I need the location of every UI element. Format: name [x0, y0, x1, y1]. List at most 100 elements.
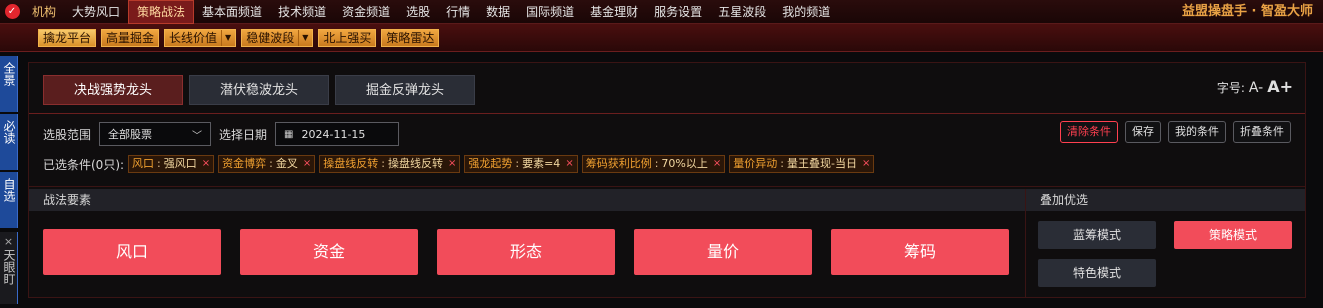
condition-chip: 操盘线反转: 操盘线反转 × — [319, 155, 461, 173]
sub-button-strategy-radar[interactable]: 策略雷达 — [381, 28, 440, 47]
close-icon[interactable]: × — [713, 156, 721, 172]
chip-value: 强风口 — [163, 157, 197, 170]
chip-sep: : — [381, 157, 385, 170]
menu-item-data[interactable]: 数据 — [478, 0, 518, 24]
menu-item-stock-picker[interactable]: 选股 — [398, 0, 438, 24]
side-tabs: 全景 必读 自选 × 天眼盯 — [0, 52, 18, 308]
condition-chip: 量价异动: 量王叠现-当日 × — [729, 155, 875, 173]
sub-button-northbound[interactable]: 北上强买 — [318, 28, 377, 47]
chip-value: 金叉 — [275, 157, 298, 170]
side-tab-sky-eye[interactable]: × 天眼盯 — [0, 232, 18, 304]
menu-item-international[interactable]: 国际频道 — [518, 0, 582, 24]
caret-down-icon[interactable]: ▼ — [298, 29, 308, 46]
selected-label: 已选条件(0只): — [43, 157, 125, 172]
filter-actions: 清除条件 保存 我的条件 折叠条件 — [1060, 121, 1291, 143]
range-value: 全部股票 — [108, 128, 153, 141]
range-label: 选股范围 — [43, 127, 92, 142]
side-tab-watchlist[interactable]: 自选 — [0, 172, 18, 228]
mode-buttons: 蓝筹模式 策略模式 特色模式 — [1026, 211, 1305, 297]
condition-chip: 资金博弈: 金叉 × — [218, 155, 316, 173]
font-size-label: 字号: — [1216, 81, 1245, 95]
tactic-buttons: 风口 资金 形态 量价 筹码 — [29, 211, 1025, 297]
side-tab-must-read[interactable]: 必读 — [0, 114, 18, 170]
tab-latent-leader[interactable]: 潜伏稳波龙头 — [189, 75, 329, 105]
side-tab-label: 天眼盯 — [2, 249, 16, 285]
chip-value: 要素=4 — [522, 157, 561, 170]
tactic-elements-panel: 战法要素 风口 资金 形态 量价 筹码 — [29, 189, 1025, 297]
chips-button[interactable]: 筹码 — [831, 229, 1009, 275]
sub-button-label: 策略雷达 — [386, 30, 435, 45]
condition-chip: 筹码获利比例:70%以上 × — [581, 155, 726, 173]
wind-button[interactable]: 风口 — [43, 229, 221, 275]
menu-item-my-channel[interactable]: 我的频道 — [774, 0, 838, 24]
selected-conditions: 已选条件(0只): 风口: 强风口 × 资金博弈: 金叉 × 操盘线反转: 操盘线反转 × … — [43, 155, 875, 173]
font-decrease-button[interactable]: A- — [1249, 80, 1263, 96]
chip-key: 量价异动 — [733, 157, 778, 170]
feature-mode-button[interactable]: 特色模式 — [1038, 259, 1156, 287]
chip-sep: : — [654, 157, 659, 170]
menu-item-capital[interactable]: 资金频道 — [334, 0, 398, 24]
font-increase-button[interactable]: A+ — [1267, 77, 1293, 96]
main-menu: 机构 大势风口 策略战法 基本面频道 技术频道 资金频道 选股 行情 数据 国际… — [24, 0, 838, 24]
tab-strong-leader[interactable]: 决战强势龙头 — [43, 75, 183, 105]
sub-button-label: 高量掘金 — [106, 30, 155, 45]
range-select[interactable]: 全部股票 ﹀ — [99, 122, 212, 146]
chip-key: 强龙起势 — [468, 157, 513, 170]
sub-button-label: 稳健波段 — [246, 30, 295, 45]
chip-value: 操盘线反转 — [387, 157, 443, 170]
collapse-conditions-button[interactable]: 折叠条件 — [1233, 121, 1291, 143]
menu-item-five-star[interactable]: 五星波段 — [710, 0, 774, 24]
close-icon[interactable]: × — [565, 156, 573, 172]
strategy-mode-button[interactable]: 策略模式 — [1174, 221, 1292, 249]
menu-item-quotes[interactable]: 行情 — [438, 0, 478, 24]
date-picker[interactable]: ▦ 2024-11-15 — [275, 122, 400, 146]
sub-button-high-volume[interactable]: 高量掘金 — [101, 28, 160, 47]
chip-value: 量王叠现-当日 — [786, 157, 857, 170]
save-button[interactable]: 保存 — [1125, 121, 1161, 143]
close-icon[interactable]: × — [448, 156, 456, 172]
chip-key: 筹码获利比例 — [585, 157, 652, 170]
menu-item-funds[interactable]: 基金理财 — [582, 0, 646, 24]
sub-button-label: 擒龙平台 — [43, 30, 92, 45]
chip-key: 资金博弈 — [222, 157, 267, 170]
brand-name: 益盟操盘手 · 智盈大师 — [1182, 4, 1313, 19]
sub-button-steady-band[interactable]: 稳健波段 ▼ — [241, 28, 314, 47]
menu-item-market-trend[interactable]: 大势风口 — [64, 0, 128, 24]
close-icon[interactable]: × — [202, 156, 210, 172]
app-logo[interactable]: ✓ — [0, 0, 24, 24]
side-tab-panorama[interactable]: 全景 — [0, 56, 18, 112]
sub-toolbar: 擒龙平台 高量掘金 长线价值 ▼ 稳健波段 ▼ 北上强买 策略雷达 — [0, 24, 1323, 52]
date-label: 选择日期 — [219, 127, 268, 142]
logo-icon: ✓ — [4, 4, 20, 19]
capital-button[interactable]: 资金 — [240, 229, 418, 275]
strategy-tabs: 决战强势龙头 潜伏稳波龙头 掘金反弹龙头 — [43, 75, 475, 105]
side-tab-label: 自选 — [2, 178, 16, 202]
menu-item-technical[interactable]: 技术频道 — [270, 0, 334, 24]
calendar-icon: ▦ — [284, 128, 294, 140]
close-icon[interactable]: × — [303, 156, 311, 172]
caret-down-icon[interactable]: ▼ — [221, 29, 231, 46]
panel-title: 叠加优选 — [1026, 189, 1305, 211]
strategy-panel: 决战强势龙头 潜伏稳波龙头 掘金反弹龙头 字号: A- A+ 选股范围 全部股票… — [28, 62, 1306, 298]
bluechip-mode-button[interactable]: 蓝筹模式 — [1038, 221, 1156, 249]
chevron-down-icon: ﹀ — [192, 130, 203, 142]
clear-conditions-button[interactable]: 清除条件 — [1060, 121, 1118, 143]
chip-key: 操盘线反转 — [323, 157, 379, 170]
close-icon[interactable]: × — [0, 234, 17, 249]
sub-button-long-value[interactable]: 长线价值 ▼ — [164, 28, 237, 47]
filter-controls: 选股范围 全部股票 ﹀ 选择日期 ▦ 2024-11-15 — [43, 122, 400, 146]
close-icon[interactable]: × — [862, 156, 870, 172]
volume-price-button[interactable]: 量价 — [634, 229, 812, 275]
panel-title: 战法要素 — [29, 189, 1025, 211]
filter-area: 选股范围 全部股票 ﹀ 选择日期 ▦ 2024-11-15 清除条件 保存 我的… — [29, 113, 1305, 187]
menu-item-institution[interactable]: 机构 — [24, 0, 64, 24]
chip-sep: : — [515, 157, 520, 170]
sub-button-label: 长线价值 — [169, 30, 218, 45]
my-conditions-button[interactable]: 我的条件 — [1168, 121, 1226, 143]
sub-button-dragon-platform[interactable]: 擒龙平台 — [38, 28, 97, 47]
menu-item-fundamentals[interactable]: 基本面频道 — [194, 0, 270, 24]
menu-item-strategy[interactable]: 策略战法 — [128, 0, 195, 24]
pattern-button[interactable]: 形态 — [437, 229, 615, 275]
tab-rebound-leader[interactable]: 掘金反弹龙头 — [335, 75, 475, 105]
menu-item-settings[interactable]: 服务设置 — [646, 0, 710, 24]
